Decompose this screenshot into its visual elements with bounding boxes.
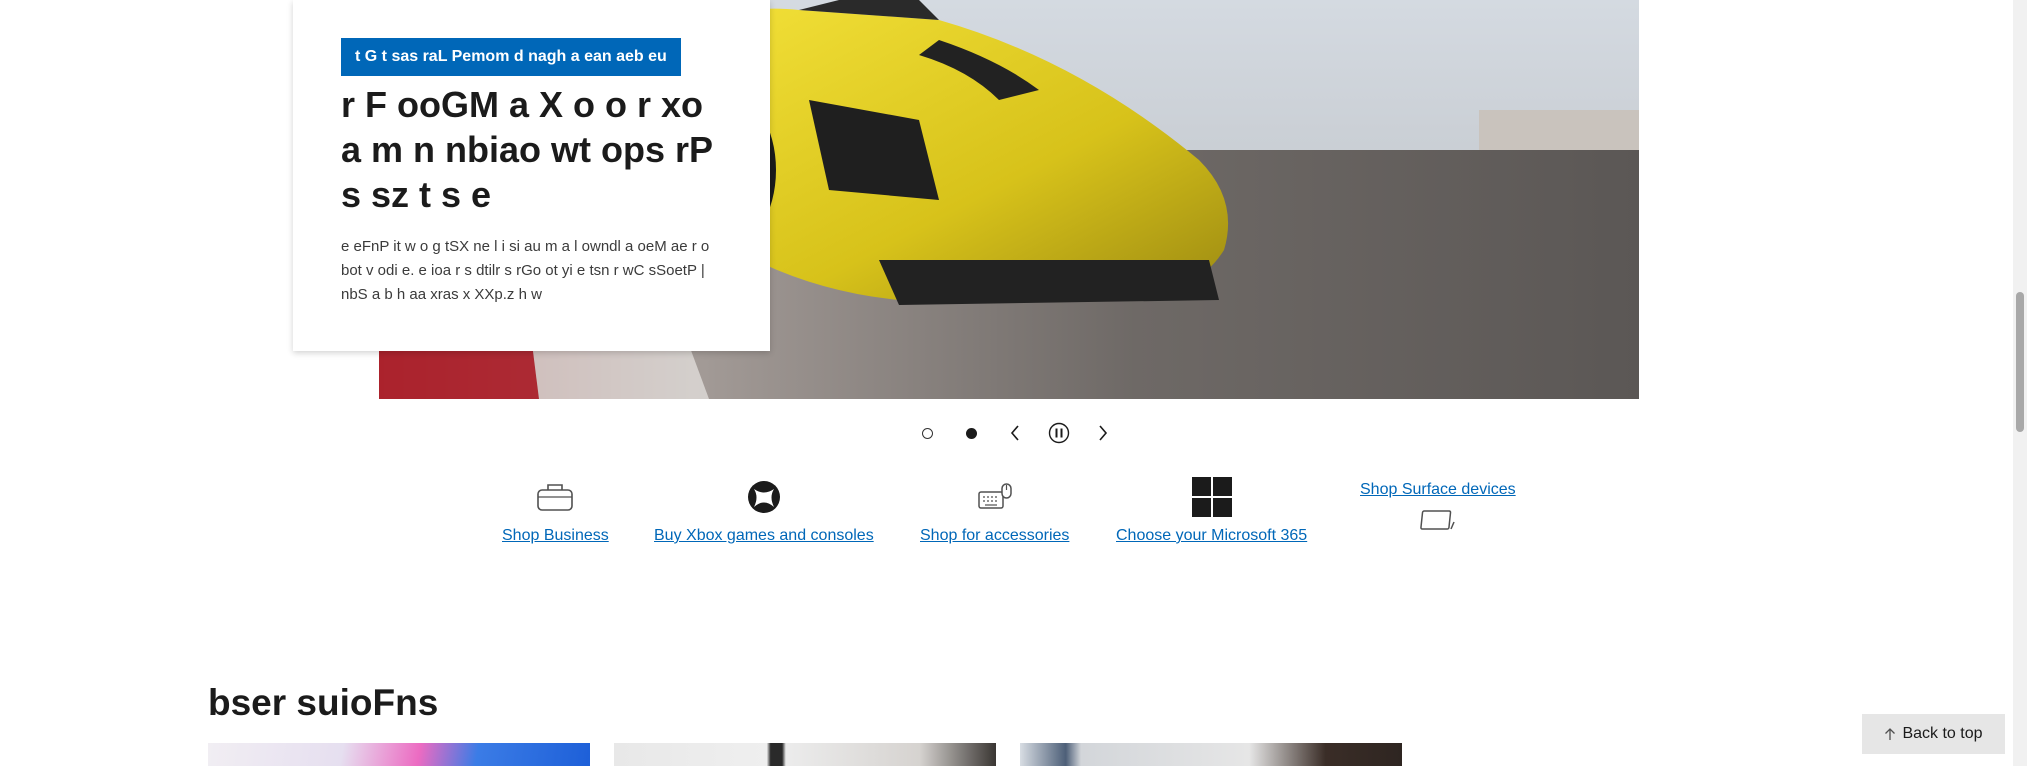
quick-link-label[interactable]: Shop Surface devices xyxy=(1360,481,1516,499)
keyboard-mouse-icon xyxy=(977,475,1013,519)
surface-tablet-icon xyxy=(1420,505,1456,535)
hero-title: r F ooGM a X o o r xo a m n nbiao wt ops… xyxy=(341,84,713,215)
product-tile[interactable] xyxy=(1020,743,1402,766)
quick-link-shop-business[interactable]: Shop Business xyxy=(502,475,609,545)
page: t G t sas raL Pemom d nagh a ean aeb eu … xyxy=(0,0,2027,766)
xbox-icon xyxy=(747,475,781,519)
quick-link-label[interactable]: Shop for accessories xyxy=(920,527,1069,545)
product-tile[interactable] xyxy=(208,743,590,766)
scrollbar-thumb[interactable] xyxy=(2016,292,2024,432)
dot-filled-icon xyxy=(965,427,977,439)
product-tile[interactable] xyxy=(614,743,996,766)
next-slide-button[interactable] xyxy=(1081,420,1125,446)
quick-links: Shop Business Buy Xbox games and console… xyxy=(480,475,1540,565)
hero-card: t G t sas raL Pemom d nagh a ean aeb eu … xyxy=(293,0,770,351)
back-to-top-button[interactable]: Back to top xyxy=(1862,714,2005,754)
quick-link-surface[interactable]: Shop Surface devices xyxy=(1360,475,1516,535)
chevron-right-icon xyxy=(1099,425,1108,441)
arrow-up-icon xyxy=(1885,728,1896,740)
carousel-controls xyxy=(905,420,1125,446)
quick-link-label[interactable]: Choose your Microsoft 365 xyxy=(1116,527,1307,545)
windows-logo-icon xyxy=(1191,475,1232,519)
previous-slide-button[interactable] xyxy=(993,420,1037,446)
page-scrollbar[interactable] xyxy=(2013,0,2027,766)
hero-description: e eFnP it w o g tSX ne l i si au m a l o… xyxy=(341,238,710,303)
chevron-left-icon xyxy=(1010,425,1019,441)
quick-link-xbox[interactable]: Buy Xbox games and consoles xyxy=(654,475,874,545)
section-title: bser suioFns xyxy=(208,682,439,723)
quick-link-label[interactable]: Buy Xbox games and consoles xyxy=(654,527,874,545)
quick-link-microsoft-365[interactable]: Choose your Microsoft 365 xyxy=(1116,475,1307,545)
quick-link-accessories[interactable]: Shop for accessories xyxy=(920,475,1069,545)
pause-button[interactable] xyxy=(1037,420,1081,446)
carousel-dot-2[interactable] xyxy=(949,420,993,446)
pause-icon xyxy=(1048,422,1070,444)
quick-link-label[interactable]: Shop Business xyxy=(502,527,609,545)
carousel-dot-1[interactable] xyxy=(905,420,949,446)
hero-badge: t G t sas raL Pemom d nagh a ean aeb eu xyxy=(341,38,681,76)
dot-empty-icon xyxy=(921,427,933,439)
back-to-top-label: Back to top xyxy=(1902,725,1983,742)
briefcase-icon xyxy=(536,475,574,519)
